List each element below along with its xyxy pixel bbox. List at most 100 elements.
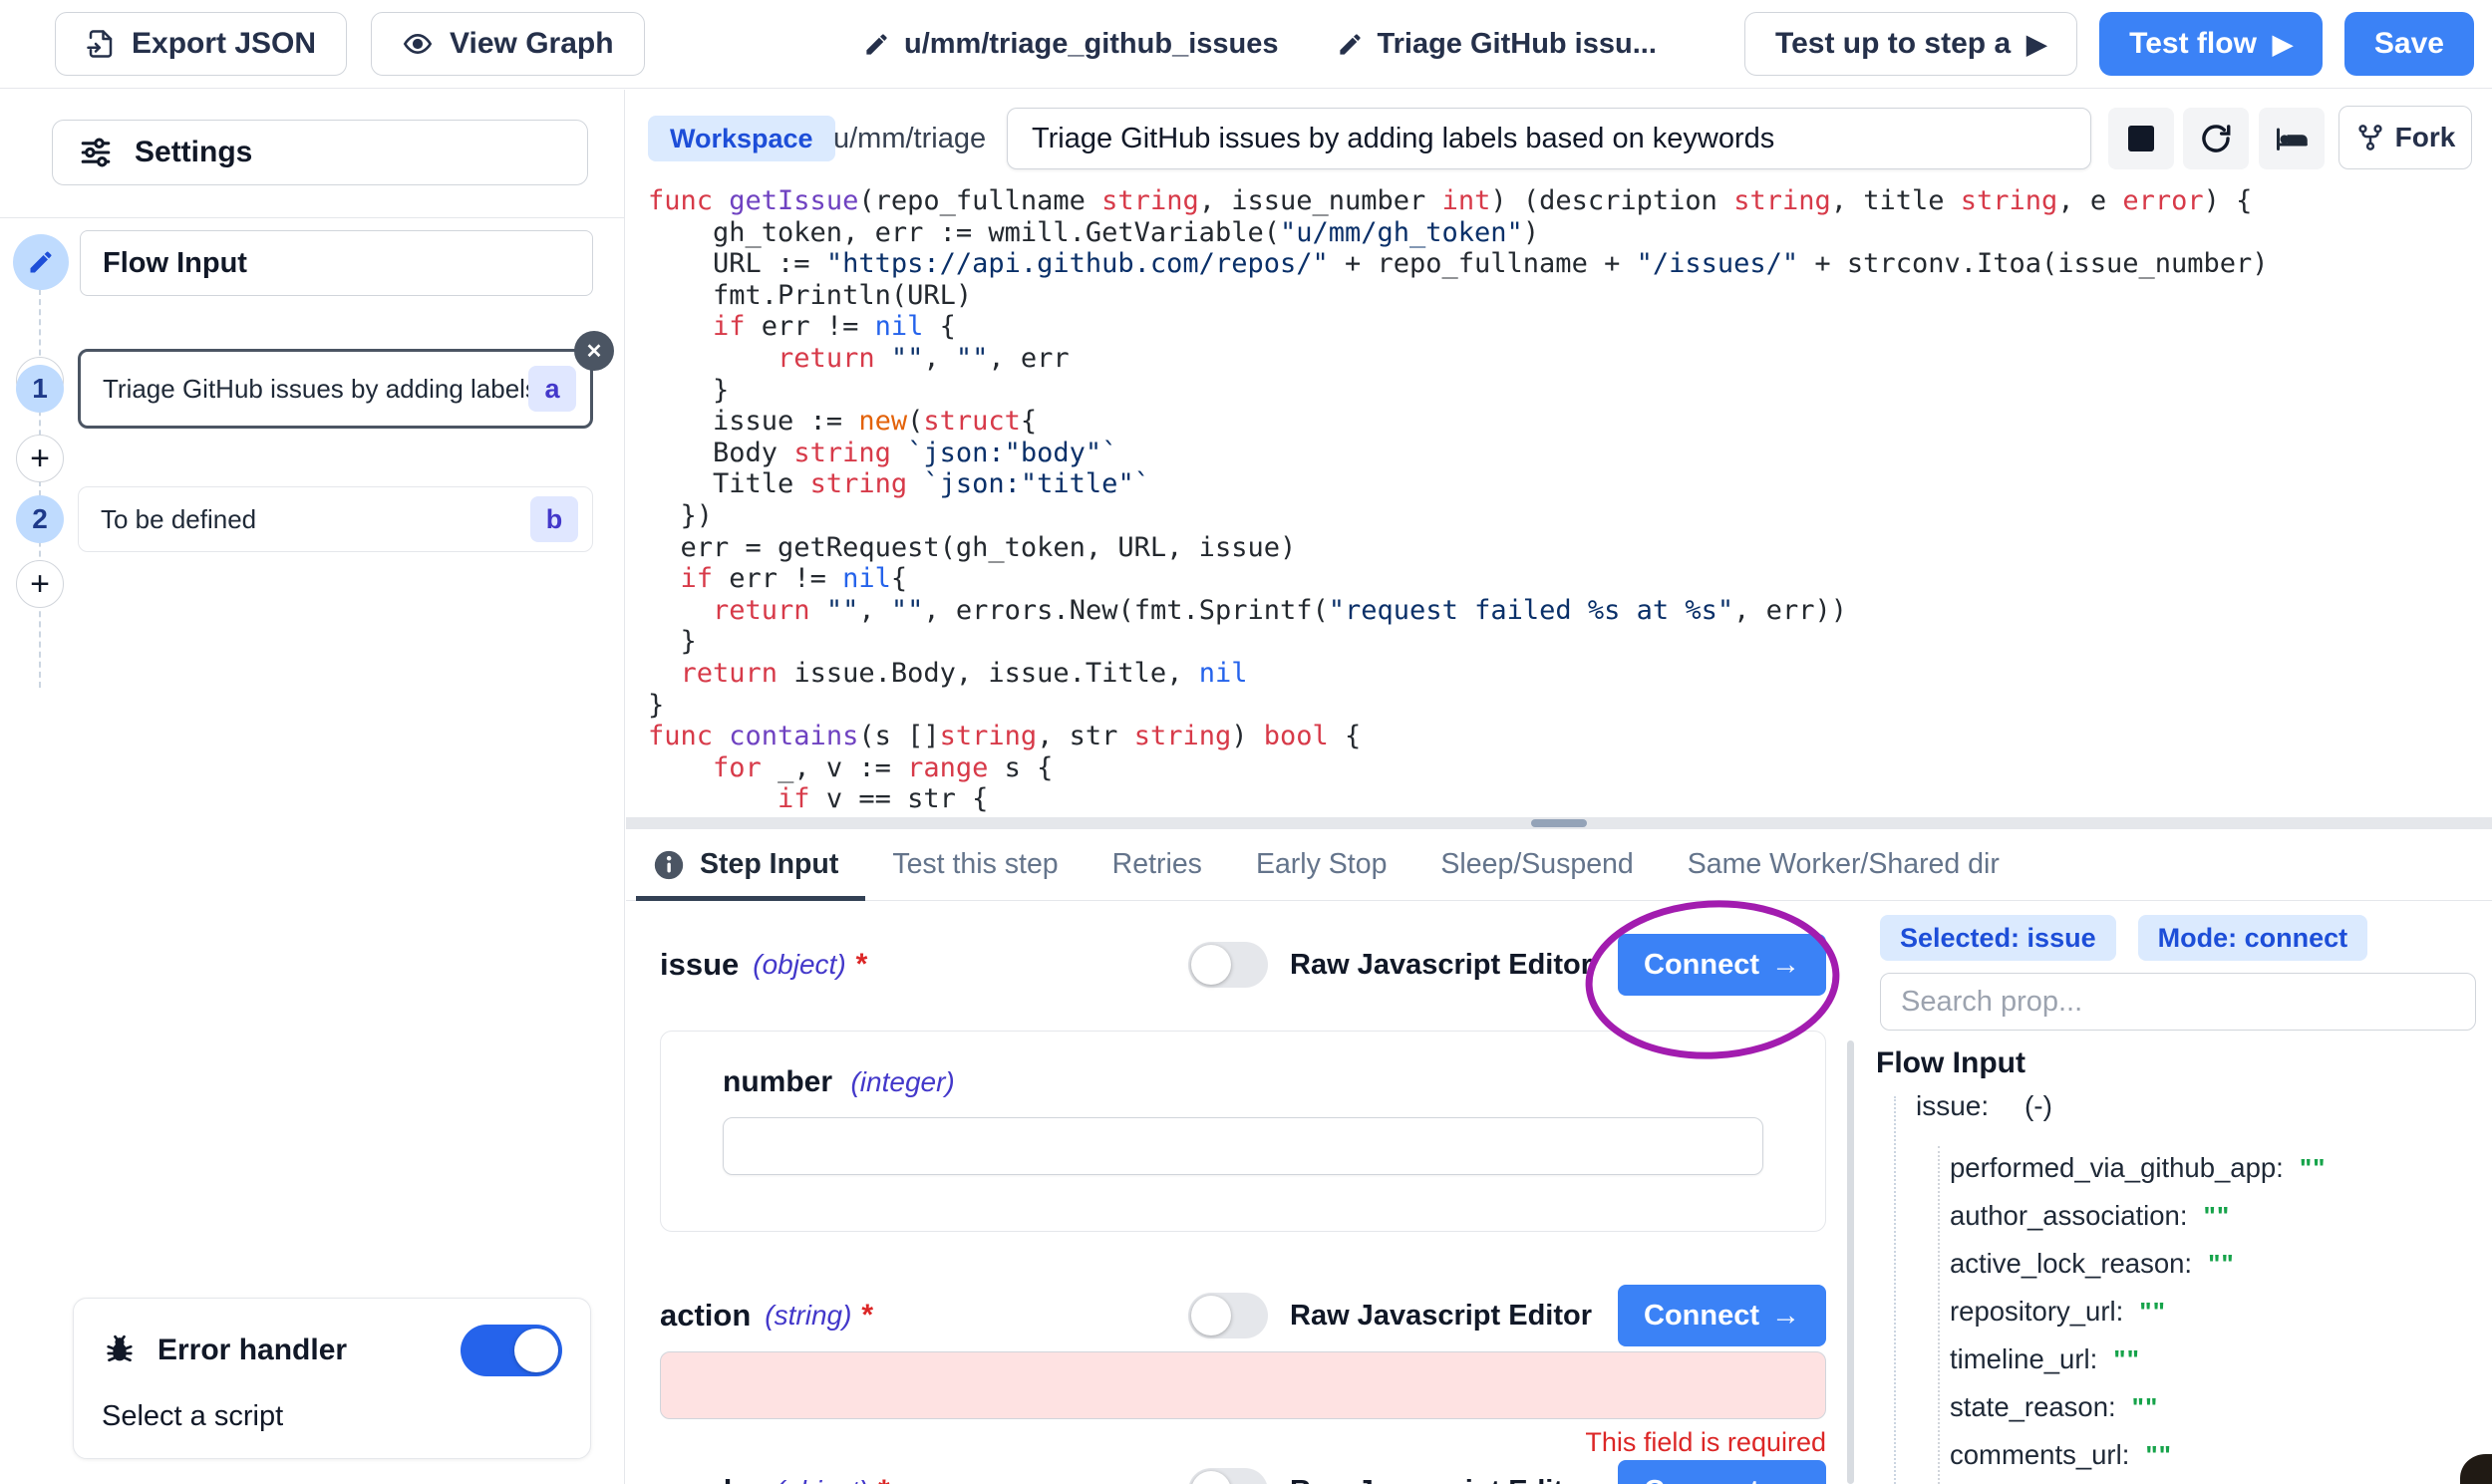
connect-button-action[interactable]: Connect →: [1618, 1285, 1826, 1346]
tab-label: Step Input: [700, 848, 838, 881]
save-button[interactable]: Save: [2344, 12, 2474, 76]
field-row-action: action (string) * Raw Javascript Editor …: [660, 1282, 1826, 1349]
tree-node-prop[interactable]: active_lock_reason:"": [1950, 1240, 2326, 1288]
play-icon: ▶: [2026, 29, 2046, 60]
tree-node-prop[interactable]: performed_via_github_app:"": [1950, 1144, 2326, 1192]
breadcrumb: u/mm/triage_github_issues Triage GitHub …: [863, 0, 1657, 88]
flow-input-section-title: Flow Input: [1876, 1046, 2025, 1080]
save-label: Save: [2374, 27, 2444, 61]
step-panel-scrollbar[interactable]: [1847, 1040, 1854, 1484]
action-input-error-field[interactable]: [660, 1351, 1826, 1419]
pencil-icon: [863, 31, 890, 58]
raw-js-editor-label: Raw Javascript Editor: [1290, 1300, 1592, 1333]
git-fork-icon: [2355, 123, 2385, 152]
settings-button[interactable]: Settings: [52, 120, 588, 185]
tree-node-prop[interactable]: state_reason:"": [1950, 1383, 2326, 1431]
play-icon: ▶: [2273, 29, 2293, 60]
test-up-to-step-label: Test up to step a: [1775, 27, 2011, 61]
error-handler-title: Error handler: [157, 1334, 441, 1367]
test-flow-button[interactable]: Test flow ▶: [2099, 12, 2323, 76]
main-editor-area: Workspace u/mm/triage Fork func getIssue…: [626, 90, 2492, 1484]
raw-js-editor-toggle-sender[interactable]: [1188, 1468, 1268, 1484]
add-step-button-3[interactable]: +: [16, 560, 64, 608]
tree-node-prop[interactable]: comments_url:"": [1950, 1431, 2326, 1479]
raw-js-editor-label: Raw Javascript Editor: [1290, 1475, 1592, 1484]
tab-early-stop[interactable]: Early Stop: [1256, 848, 1387, 881]
tree-guide-line: [1894, 1096, 1896, 1484]
bottom-tabbar: Step Input Test this step Retries Early …: [626, 829, 2492, 901]
tab-label: Sleep/Suspend: [1440, 848, 1633, 881]
tree-node-prop[interactable]: timeline_url:"": [1950, 1336, 2326, 1383]
error-handler-card: Error handler Select a script: [73, 1298, 591, 1459]
arrow-right-icon: →: [1771, 1300, 1800, 1333]
tree-node-key: issue:: [1916, 1090, 1989, 1121]
connect-label: Connect: [1644, 949, 1759, 982]
field-row-issue: issue (object) * Raw Javascript Editor C…: [660, 931, 1826, 999]
required-asterisk: *: [856, 948, 868, 982]
connect-button-sender[interactable]: Connect →: [1618, 1460, 1826, 1484]
tab-sleep-suspend[interactable]: Sleep/Suspend: [1440, 848, 1633, 881]
tree-node-prop[interactable]: author_association:"": [1950, 1192, 2326, 1240]
close-icon: ✕: [586, 339, 603, 364]
test-flow-label: Test flow: [2129, 27, 2257, 61]
tab-label: Early Stop: [1256, 848, 1387, 881]
raw-js-editor-label: Raw Javascript Editor: [1290, 949, 1592, 982]
tree-node-prop[interactable]: repository_url:"": [1950, 1288, 2326, 1336]
pencil-icon: [27, 248, 55, 276]
raw-js-editor-toggle-action[interactable]: [1188, 1293, 1268, 1338]
step-input-panel: issue (object) * Raw Javascript Editor C…: [626, 901, 1856, 1484]
sliders-icon: [79, 136, 113, 169]
tab-retries[interactable]: Retries: [1112, 848, 1202, 881]
fork-button[interactable]: Fork: [2338, 106, 2472, 169]
flow-title-crumb[interactable]: Triage GitHub issu...: [1337, 28, 1657, 61]
toggle-knob: [1191, 945, 1231, 985]
sidebar-step-triage[interactable]: Triage GitHub issues by adding labels ..…: [78, 349, 593, 429]
required-asterisk: *: [861, 1299, 873, 1333]
export-json-button[interactable]: Export JSON: [55, 12, 347, 76]
error-handler-subtitle[interactable]: Select a script: [102, 1400, 562, 1433]
delete-step-button[interactable]: ✕: [574, 331, 614, 371]
plus-icon: +: [30, 565, 50, 604]
empty-string-value: "": [2208, 1249, 2235, 1280]
raw-js-editor-toggle-issue[interactable]: [1188, 942, 1268, 988]
view-graph-button[interactable]: View Graph: [371, 12, 645, 76]
error-handler-toggle[interactable]: [461, 1325, 562, 1376]
workspace-badge: Workspace: [648, 116, 835, 161]
diff-button[interactable]: [2259, 108, 2325, 169]
connect-button-issue[interactable]: Connect →: [1618, 934, 1826, 996]
code-editor[interactable]: func getIssue(repo_fullname string, issu…: [626, 185, 2482, 819]
field-type: (object): [753, 949, 845, 981]
tab-same-worker[interactable]: Same Worker/Shared dir: [1688, 848, 2000, 881]
flow-input-node[interactable]: Flow Input: [80, 230, 593, 296]
panel-resize-handle[interactable]: [626, 817, 2492, 829]
step-label: Triage GitHub issues by adding labels ..…: [103, 374, 528, 405]
reload-button[interactable]: [2183, 108, 2249, 169]
view-graph-label: View Graph: [450, 27, 614, 61]
resize-grip: [1531, 819, 1587, 827]
connect-label: Connect: [1644, 1475, 1759, 1484]
tab-label: Retries: [1112, 848, 1202, 881]
add-step-button-2[interactable]: +: [16, 435, 64, 482]
sidebar-step-to-be-defined[interactable]: To be defined b: [78, 486, 593, 552]
child-field-type: (integer): [850, 1066, 954, 1097]
toggle-knob: [514, 1329, 558, 1372]
top-toolbar: Export JSON View Graph u/mm/triage_githu…: [0, 0, 2492, 89]
flow-input-node-icon[interactable]: [13, 234, 69, 290]
search-prop-input[interactable]: [1880, 973, 2476, 1031]
flow-input-label: Flow Input: [103, 247, 247, 280]
tree-node-prop[interactable]: labels_url:"": [1950, 1479, 2326, 1484]
field-type: (string): [765, 1300, 851, 1332]
pencil-icon: [1337, 31, 1364, 58]
summary-input[interactable]: [1007, 108, 2091, 169]
tab-test-this-step[interactable]: Test this step: [892, 848, 1058, 881]
flow-path-crumb[interactable]: u/mm/triage_github_issues: [863, 28, 1279, 61]
stop-button[interactable]: [2108, 108, 2174, 169]
number-input[interactable]: [723, 1117, 1763, 1175]
flow-sidebar: Settings Flow Input + ✕ 1 Triage GitHub …: [0, 90, 625, 1484]
issue-object-card: number (integer): [660, 1031, 1826, 1232]
test-up-to-step-button[interactable]: Test up to step a ▶: [1744, 12, 2077, 76]
arrow-right-icon: →: [1771, 949, 1800, 982]
tab-step-input[interactable]: Step Input: [652, 848, 838, 882]
step-id-badge: b: [530, 496, 578, 542]
tree-node-issue[interactable]: issue: (-): [1916, 1090, 2052, 1122]
